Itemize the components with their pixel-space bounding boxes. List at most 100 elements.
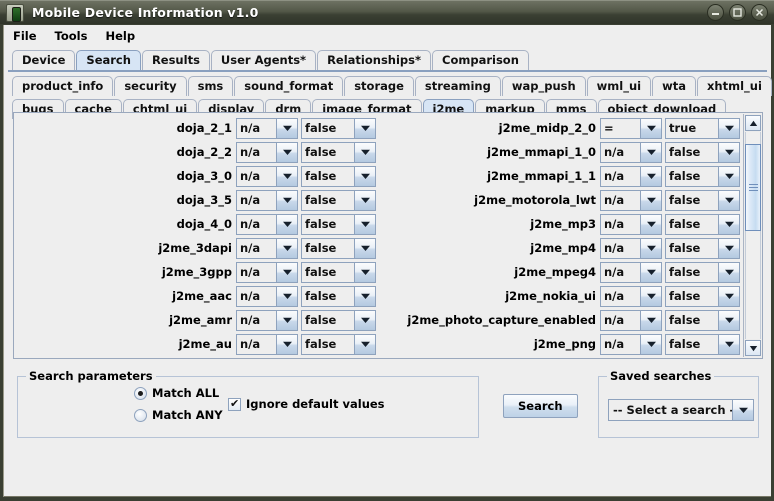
chevron-down-icon[interactable] [354,166,376,187]
subtab-streaming[interactable]: streaming [415,76,501,96]
value-combo[interactable]: false [301,286,376,307]
chevron-down-icon[interactable] [640,238,662,259]
operator-combo[interactable]: n/a [236,142,298,163]
chevron-down-icon[interactable] [276,190,298,211]
subtab-wml-ui[interactable]: wml_ui [587,76,651,96]
chevron-down-icon[interactable] [718,262,740,283]
match-any-radio-row[interactable]: Match ANY [134,408,223,422]
chevron-down-icon[interactable] [276,214,298,235]
value-combo[interactable]: false [301,214,376,235]
chevron-down-icon[interactable] [354,214,376,235]
chevron-down-icon[interactable] [276,166,298,187]
value-combo[interactable]: false [301,118,376,139]
value-combo[interactable]: false [301,310,376,331]
value-combo[interactable]: false [665,142,740,163]
value-combo[interactable]: false [301,142,376,163]
chevron-down-icon[interactable] [354,238,376,259]
subtab-sound-format[interactable]: sound_format [234,76,343,96]
tab-device[interactable]: Device [12,50,75,70]
operator-combo[interactable]: n/a [236,310,298,331]
value-combo[interactable]: false [665,334,740,355]
chevron-down-icon[interactable] [718,118,740,139]
operator-combo[interactable]: = [600,118,662,139]
chevron-down-icon[interactable] [354,334,376,355]
scroll-down-arrow-icon[interactable] [745,340,761,356]
value-combo[interactable]: true [665,118,740,139]
tab-user-agents[interactable]: User Agents* [211,50,316,70]
value-combo[interactable]: false [665,214,740,235]
close-button[interactable] [751,4,768,21]
value-combo[interactable]: false [665,166,740,187]
chevron-down-icon[interactable] [276,142,298,163]
operator-combo[interactable]: n/a [236,286,298,307]
ignore-default-values-checkbox[interactable] [228,398,241,411]
chevron-down-icon[interactable] [718,190,740,211]
chevron-down-icon[interactable] [718,238,740,259]
subtab-security[interactable]: security [114,76,186,96]
value-combo[interactable]: false [665,310,740,331]
vertical-scrollbar[interactable] [743,114,761,357]
saved-search-combo[interactable]: -- Select a search -- [608,399,754,421]
chevron-down-icon[interactable] [354,190,376,211]
chevron-down-icon[interactable] [640,286,662,307]
scroll-up-arrow-icon[interactable] [745,115,761,131]
chevron-down-icon[interactable] [640,142,662,163]
chevron-down-icon[interactable] [640,214,662,235]
operator-combo[interactable]: n/a [236,166,298,187]
operator-combo[interactable]: n/a [600,142,662,163]
operator-combo[interactable]: n/a [600,214,662,235]
scrollbar-thumb[interactable] [745,144,761,231]
operator-combo[interactable]: n/a [236,334,298,355]
operator-combo[interactable]: n/a [600,262,662,283]
subtab-product-info[interactable]: product_info [12,76,113,96]
value-combo[interactable]: false [301,238,376,259]
operator-combo[interactable]: n/a [600,190,662,211]
value-combo[interactable]: false [301,166,376,187]
value-combo[interactable]: false [301,190,376,211]
subtab-xhtml-ui[interactable]: xhtml_ui [697,76,772,96]
operator-combo[interactable]: n/a [236,118,298,139]
value-combo[interactable]: false [301,262,376,283]
chevron-down-icon[interactable] [718,286,740,307]
chevron-down-icon[interactable] [640,334,662,355]
subtab-wap-push[interactable]: wap_push [502,76,586,96]
chevron-down-icon[interactable] [354,310,376,331]
value-combo[interactable]: false [665,262,740,283]
chevron-down-icon[interactable] [718,334,740,355]
chevron-down-icon[interactable] [276,262,298,283]
chevron-down-icon[interactable] [276,334,298,355]
value-combo[interactable]: false [665,286,740,307]
chevron-down-icon[interactable] [354,118,376,139]
chevron-down-icon[interactable] [354,286,376,307]
chevron-down-icon[interactable] [276,118,298,139]
match-all-radio-row[interactable]: Match ALL [134,386,219,400]
operator-combo[interactable]: n/a [236,190,298,211]
operator-combo[interactable]: n/a [600,334,662,355]
subtab-sms[interactable]: sms [188,76,234,96]
value-combo[interactable]: false [301,334,376,355]
tab-results[interactable]: Results [142,50,210,70]
chevron-down-icon[interactable] [640,310,662,331]
maximize-button[interactable] [729,4,746,21]
chevron-down-icon[interactable] [718,142,740,163]
chevron-down-icon[interactable] [640,118,662,139]
chevron-down-icon[interactable] [640,166,662,187]
chevron-down-icon[interactable] [276,310,298,331]
tab-search[interactable]: Search [76,50,141,70]
chevron-down-icon[interactable] [354,262,376,283]
tab-comparison[interactable]: Comparison [432,50,529,70]
subtab-wta[interactable]: wta [652,76,696,96]
menu-tools[interactable]: Tools [46,27,97,45]
chevron-down-icon[interactable] [276,238,298,259]
operator-combo[interactable]: n/a [600,286,662,307]
chevron-down-icon[interactable] [732,399,754,421]
chevron-down-icon[interactable] [354,142,376,163]
match-any-radio[interactable] [134,409,147,422]
operator-combo[interactable]: n/a [236,214,298,235]
operator-combo[interactable]: n/a [236,262,298,283]
chevron-down-icon[interactable] [718,310,740,331]
menu-file[interactable]: File [4,27,46,45]
chevron-down-icon[interactable] [276,286,298,307]
minimize-button[interactable] [707,4,724,21]
chevron-down-icon[interactable] [640,190,662,211]
